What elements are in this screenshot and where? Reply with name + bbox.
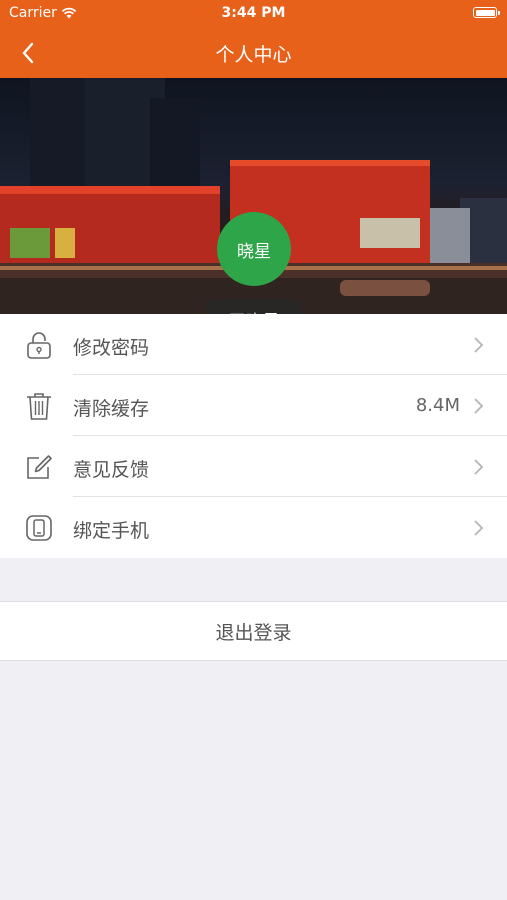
logout-button[interactable]: 退出登录	[0, 601, 507, 661]
top-bar: Carrier 3:44 PM 个人中心	[0, 0, 507, 78]
phone-icon	[26, 515, 52, 541]
menu-item-label: 清除缓存	[73, 398, 150, 420]
menu-item-label: 修改密码	[73, 337, 150, 359]
status-time: 3:44 PM	[221, 5, 286, 21]
chevron-right-icon	[474, 398, 484, 414]
profile-header-banner: 晓星 王晓星	[0, 78, 507, 314]
menu-item-clear-cache[interactable]: 清除缓存 8.4M	[0, 375, 507, 436]
chevron-right-icon	[474, 520, 484, 536]
status-bar: Carrier 3:44 PM	[0, 0, 507, 28]
menu-item-bind-phone[interactable]: 绑定手机	[0, 497, 507, 558]
menu-item-feedback[interactable]: 意见反馈	[0, 436, 507, 497]
settings-menu: 修改密码 清除缓存 8.4M 意见反馈 绑定手机	[0, 314, 507, 558]
navigation-bar: 个人中心	[0, 28, 507, 78]
menu-item-label: 绑定手机	[73, 520, 150, 542]
chevron-right-icon	[474, 337, 484, 353]
lock-icon	[27, 332, 51, 359]
trash-icon	[27, 393, 51, 420]
chevron-right-icon	[474, 459, 484, 475]
menu-item-label: 意见反馈	[73, 459, 150, 481]
user-name-badge: 王晓星	[206, 299, 302, 314]
cache-size-value: 8.4M	[415, 395, 460, 416]
page-title: 个人中心	[215, 44, 292, 66]
menu-item-change-password[interactable]: 修改密码	[0, 314, 507, 375]
edit-icon	[27, 455, 52, 479]
battery-icon	[473, 7, 500, 18]
avatar[interactable]: 晓星	[217, 212, 291, 286]
